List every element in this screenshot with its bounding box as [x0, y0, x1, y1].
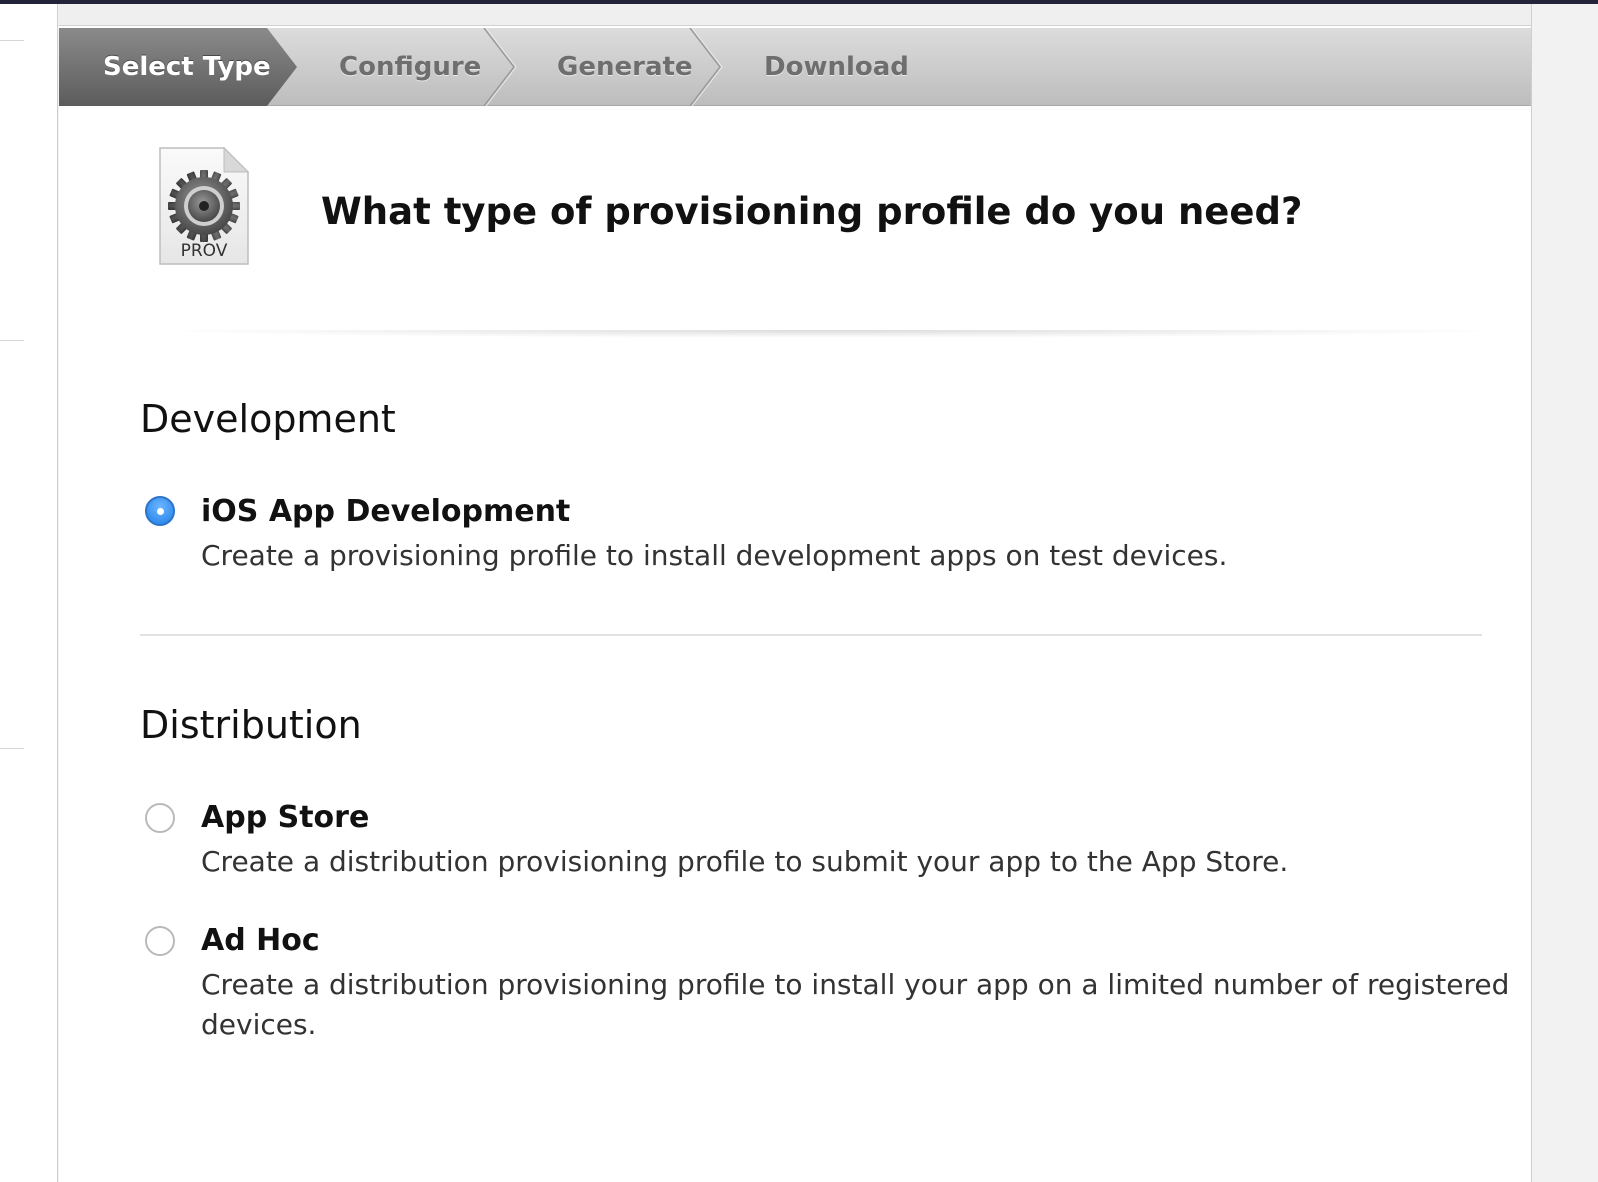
step-separator-highlight	[691, 28, 723, 106]
panel-top-gap	[59, 4, 1531, 26]
right-page-edge	[1531, 4, 1598, 1182]
step-separator-highlight	[485, 28, 517, 106]
option-desc-app-store: Create a distribution provisioning profi…	[201, 845, 1289, 878]
wizard-steps-bar: Select Type Configure Generate Download	[59, 28, 1531, 106]
section-title-development: Development	[140, 397, 396, 441]
radio-ad-hoc[interactable]	[145, 926, 175, 956]
option-title-ad-hoc[interactable]: Ad Hoc	[201, 923, 320, 958]
option-desc-ios-app-development: Create a provisioning profile to install…	[201, 539, 1228, 572]
prov-icon-label: PROV	[181, 241, 228, 261]
wizard-step-generate[interactable]: Generate	[557, 28, 693, 106]
radio-ios-app-development[interactable]	[145, 496, 175, 526]
prov-file-icon: PROV	[159, 146, 250, 265]
option-title-ios-app-development[interactable]: iOS App Development	[201, 494, 570, 529]
step-separator-arrow	[483, 28, 515, 106]
step-separator-arrow	[689, 28, 721, 106]
header-divider	[139, 330, 1519, 338]
sidebar-divider	[0, 340, 24, 341]
page-title: What type of provisioning profile do you…	[321, 190, 1303, 233]
wizard-step-configure[interactable]: Configure	[339, 28, 481, 106]
sidebar-divider	[0, 40, 24, 41]
section-divider	[140, 634, 1482, 636]
radio-app-store[interactable]	[145, 803, 175, 833]
wizard-step-select-type[interactable]: Select Type	[103, 28, 271, 106]
option-title-app-store[interactable]: App Store	[201, 800, 369, 835]
option-desc-ad-hoc: Create a distribution provisioning profi…	[201, 968, 1510, 1041]
wizard-step-download[interactable]: Download	[764, 28, 909, 106]
provisioning-wizard-panel: Select Type Configure Generate Download	[59, 4, 1531, 1182]
sidebar-divider	[0, 748, 24, 749]
section-title-distribution: Distribution	[140, 703, 362, 747]
left-sidebar-edge	[0, 4, 58, 1182]
